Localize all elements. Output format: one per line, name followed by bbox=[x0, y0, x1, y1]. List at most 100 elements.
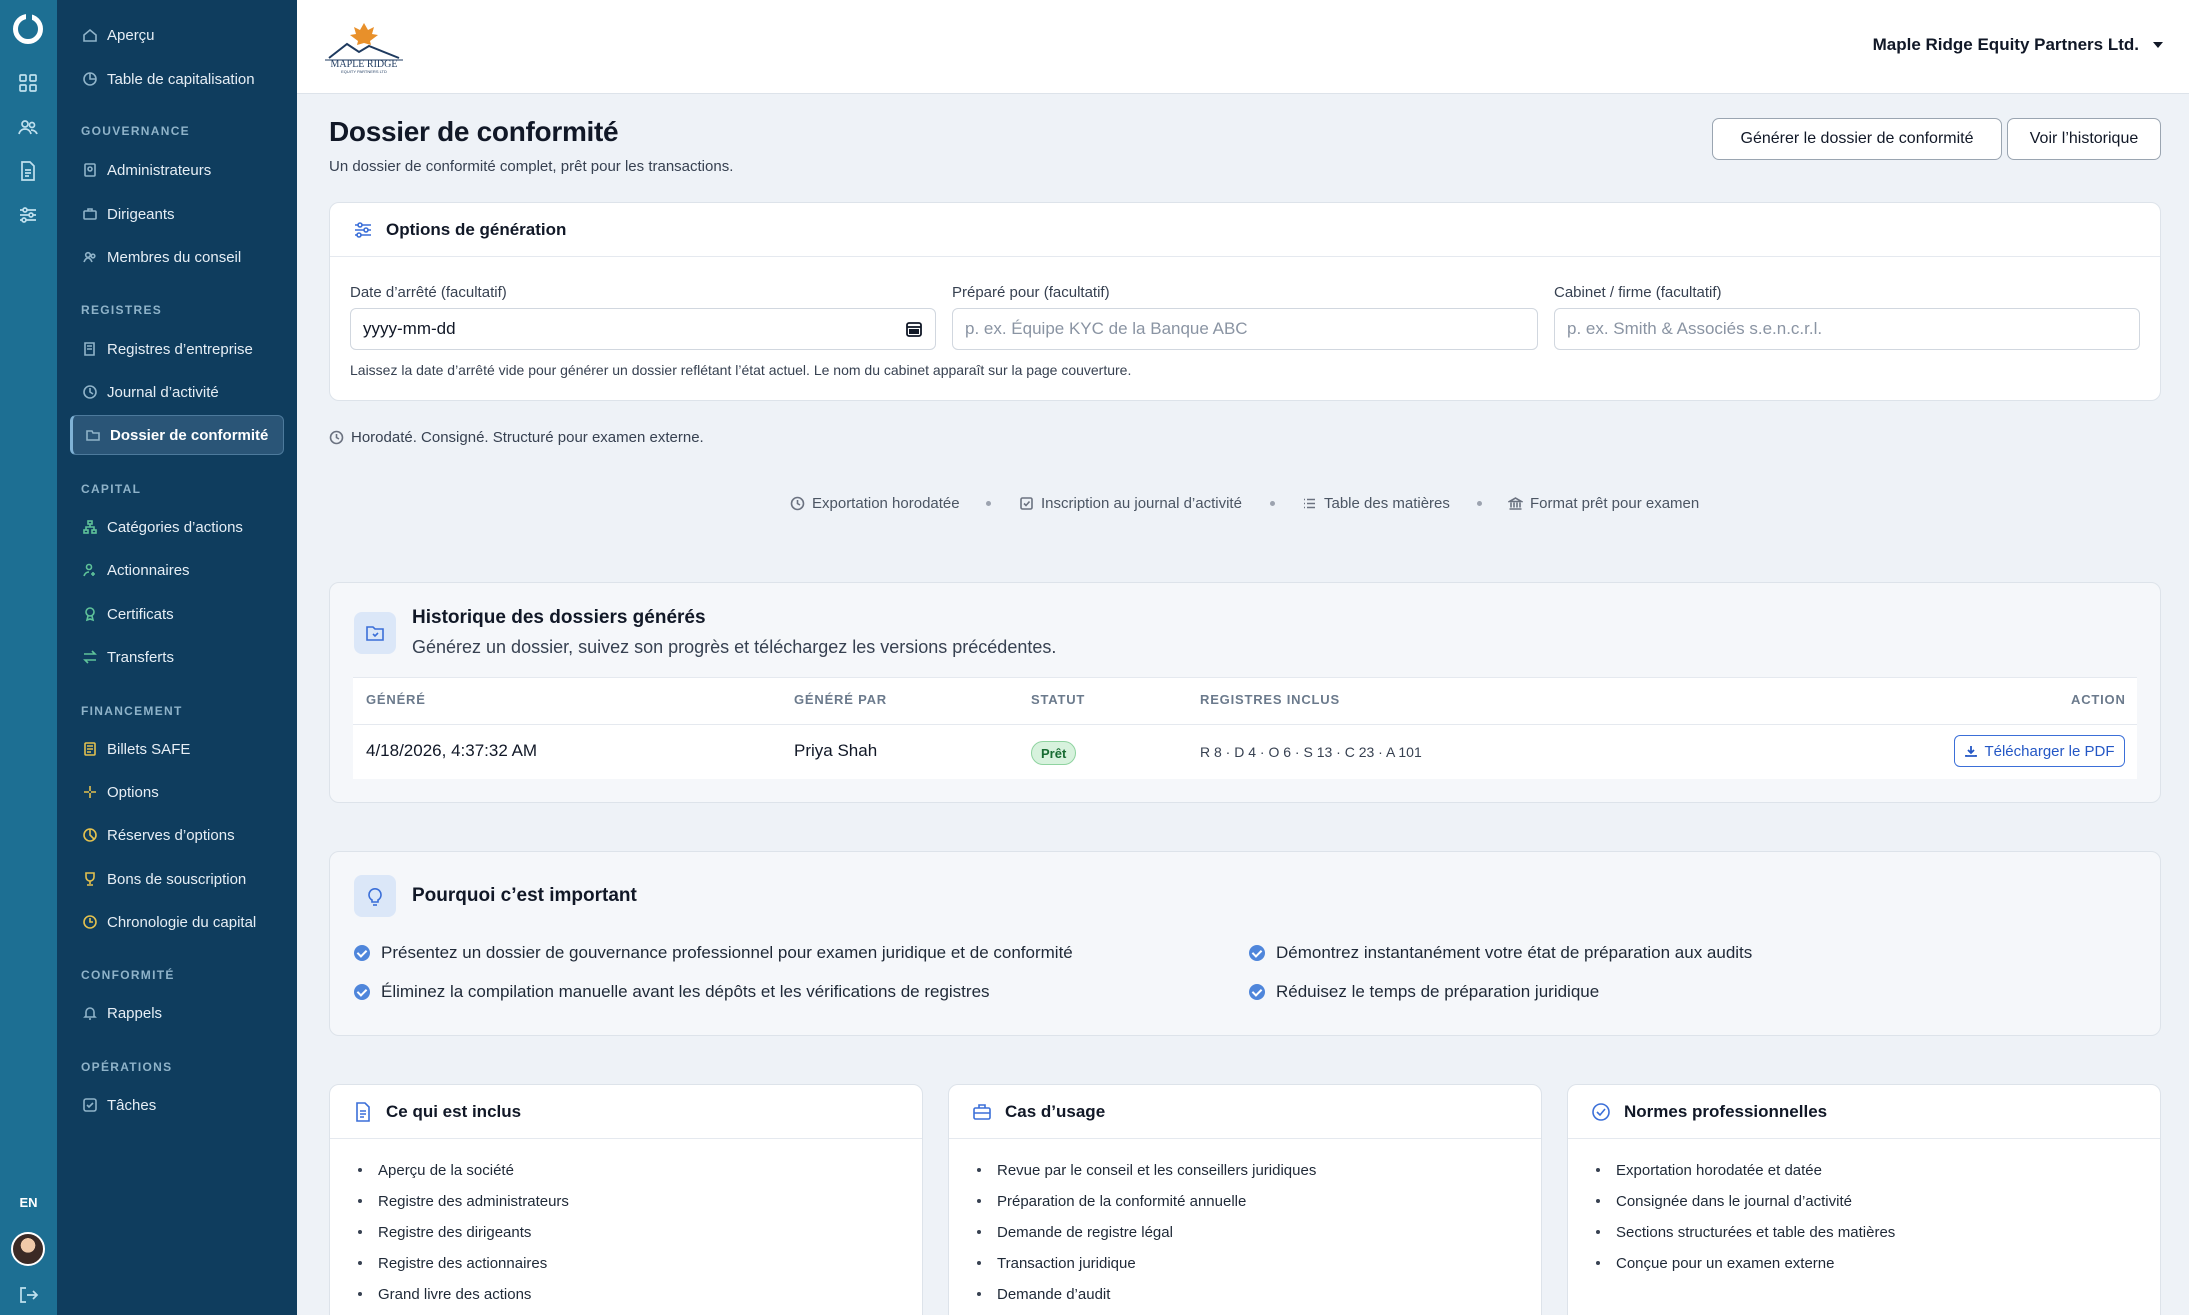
document-icon[interactable] bbox=[17, 160, 39, 182]
list-item: Registre des dirigeants bbox=[357, 1224, 532, 1241]
list-item: Sections structurées et table des matièr… bbox=[1595, 1224, 1896, 1241]
list-item: Grand livre des actions bbox=[357, 1286, 532, 1303]
home-icon bbox=[82, 27, 98, 43]
generate-dossier-button[interactable]: Générer le dossier de conformité bbox=[1712, 118, 2002, 160]
list-item: Conçue pour un examen externe bbox=[1595, 1255, 1835, 1272]
sidebar-item-chronologie[interactable]: Chronologie du capital bbox=[70, 902, 284, 942]
check-circle-icon bbox=[354, 984, 370, 1000]
check-circle-icon bbox=[1590, 1101, 1612, 1123]
list-item: Préparation de la conformité annuelle bbox=[976, 1193, 1247, 1210]
sliders-icon bbox=[352, 219, 374, 241]
list-item: Registre des actionnaires bbox=[357, 1255, 548, 1272]
sidebar-item-registres-entreprise[interactable]: Registres d’entreprise bbox=[70, 329, 284, 369]
sidebar-item-journal[interactable]: Journal d’activité bbox=[70, 372, 284, 412]
avatar[interactable] bbox=[11, 1232, 45, 1266]
sidebar-item-options[interactable]: Options bbox=[70, 772, 284, 812]
download-icon bbox=[1965, 746, 1978, 757]
sidebar-item-categories[interactable]: Catégories d’actions bbox=[70, 507, 284, 547]
cutoff-date-input[interactable]: yyyy-mm-dd bbox=[350, 308, 936, 350]
options-hint: Laissez la date d’arrêté vide pour génér… bbox=[350, 362, 1132, 378]
sidebar-item-transferts[interactable]: Transferts bbox=[70, 637, 284, 677]
checkbox-icon bbox=[82, 1097, 98, 1113]
section-gouvernance: GOUVERNANCE bbox=[81, 124, 190, 138]
prepared-for-input[interactable]: p. ex. Équipe KYC de la Banque ABC bbox=[952, 308, 1538, 350]
sidebar: Aperçu Table de capitalisation GOUVERNAN… bbox=[57, 0, 297, 1315]
book-icon bbox=[82, 341, 98, 357]
list-item: Aperçu de la société bbox=[358, 1162, 514, 1179]
check-square-icon bbox=[1020, 497, 1033, 510]
sidebar-item-dossier[interactable]: Dossier de conformité bbox=[70, 415, 284, 455]
firm-label: Cabinet / firme (facultatif) bbox=[1554, 284, 1722, 301]
firm-input[interactable]: p. ex. Smith & Associés s.e.n.c.r.l. bbox=[1554, 308, 2140, 350]
sidebar-item-certificats[interactable]: Certificats bbox=[70, 594, 284, 634]
user-plus-icon bbox=[82, 562, 98, 578]
clock-icon bbox=[82, 384, 98, 400]
sidebar-item-bons[interactable]: Bons de souscription bbox=[70, 859, 284, 899]
cell-generated-by: Priya Shah bbox=[794, 741, 878, 760]
check-circle-icon bbox=[354, 945, 370, 961]
logout-icon[interactable] bbox=[17, 1284, 39, 1306]
why-point: Présentez un dossier de gouvernance prof… bbox=[354, 943, 1073, 963]
column-header-action: ACTION bbox=[2071, 692, 2126, 707]
list-item: Consignée dans le journal d’activité bbox=[1596, 1193, 1852, 1210]
sidebar-item-actionnaires[interactable]: Actionnaires bbox=[70, 550, 284, 590]
list-item: Demande d’audit bbox=[976, 1286, 1111, 1303]
view-history-button[interactable]: Voir l’historique bbox=[2007, 118, 2161, 160]
app-logo-icon[interactable] bbox=[13, 13, 43, 44]
sidebar-item-membres[interactable]: Membres du conseil bbox=[70, 237, 284, 277]
separator-dot bbox=[1270, 501, 1275, 506]
page-subtitle: Un dossier de conformité complet, prêt p… bbox=[329, 158, 734, 175]
column-header-generated-by: GÉNÉRÉ PAR bbox=[794, 692, 887, 707]
calendar-icon[interactable] bbox=[905, 320, 923, 338]
section-registres: REGISTRES bbox=[81, 303, 163, 317]
pie-chart-icon bbox=[82, 827, 98, 843]
sidebar-item-taches[interactable]: Tâches bbox=[70, 1085, 284, 1125]
download-pdf-button[interactable]: Télécharger le PDF bbox=[1954, 735, 2125, 767]
section-conformite: CONFORMITÉ bbox=[81, 968, 175, 982]
sidebar-item-cap-table[interactable]: Table de capitalisation bbox=[70, 59, 284, 99]
briefcase-icon bbox=[971, 1101, 993, 1123]
history-title: Historique des dossiers générés bbox=[412, 607, 706, 628]
list-item: Demande de registre légal bbox=[977, 1224, 1173, 1241]
sliders-icon[interactable] bbox=[17, 204, 39, 226]
sidebar-item-apercu[interactable]: Aperçu bbox=[70, 15, 284, 55]
why-point: Démontrez instantanément votre état de p… bbox=[1249, 943, 1752, 963]
cell-generated: 4/18/2026, 4:37:32 AM bbox=[366, 741, 538, 760]
note-icon bbox=[82, 741, 98, 757]
history-subtitle: Générez un dossier, suivez son progrès e… bbox=[412, 637, 1057, 657]
organization-switcher[interactable]: Maple Ridge Equity Partners Ltd. bbox=[1873, 35, 2163, 55]
separator-dot bbox=[1477, 501, 1482, 506]
trophy-icon bbox=[82, 871, 98, 887]
sidebar-item-safe[interactable]: Billets SAFE bbox=[70, 729, 284, 769]
column-header-registers: REGISTRES INCLUS bbox=[1200, 692, 1340, 707]
sidebar-item-administrateurs[interactable]: Administrateurs bbox=[70, 150, 284, 190]
folder-icon bbox=[354, 612, 396, 654]
clock-icon bbox=[790, 496, 805, 511]
top-bar: MAPLE RIDGE EQUITY PARTNERS LTD Maple Ri… bbox=[297, 0, 2189, 94]
bank-icon bbox=[1508, 497, 1523, 510]
sidebar-item-rappels[interactable]: Rappels bbox=[70, 993, 284, 1033]
sidebar-item-reserves[interactable]: Réserves d’options bbox=[70, 815, 284, 855]
why-point: Éliminez la compilation manuelle avant l… bbox=[354, 982, 990, 1002]
bell-icon bbox=[82, 1005, 98, 1021]
cell-registers: R 8 · D 4 · O 6 · S 13 · C 23 · A 101 bbox=[1200, 744, 1422, 760]
sidebar-item-dirigeants[interactable]: Dirigeants bbox=[70, 194, 284, 234]
icon-rail: EN bbox=[0, 0, 57, 1315]
prepared-for-label: Préparé pour (facultatif) bbox=[952, 284, 1110, 301]
lightbulb-icon bbox=[354, 875, 396, 917]
section-financement: FINANCEMENT bbox=[81, 704, 183, 718]
list-item: Revue par le conseil et les conseillers … bbox=[976, 1162, 1317, 1179]
chevron-down-icon bbox=[2153, 42, 2163, 48]
id-badge-icon bbox=[82, 162, 98, 178]
grid-icon[interactable] bbox=[17, 72, 39, 94]
feature-review-ready: Format prêt pour examen bbox=[1508, 495, 1699, 512]
users-icon[interactable] bbox=[17, 116, 39, 138]
section-operations: OPÉRATIONS bbox=[81, 1060, 173, 1074]
language-switch[interactable]: EN bbox=[0, 1195, 57, 1210]
list-icon bbox=[1304, 498, 1315, 509]
list-item: Registre des administrateurs bbox=[358, 1193, 569, 1210]
column-header-generated: GÉNÉRÉ bbox=[366, 692, 426, 707]
separator-dot bbox=[986, 501, 991, 506]
sparkle-icon bbox=[82, 784, 98, 800]
svg-text:EQUITY PARTNERS LTD: EQUITY PARTNERS LTD bbox=[341, 69, 387, 74]
